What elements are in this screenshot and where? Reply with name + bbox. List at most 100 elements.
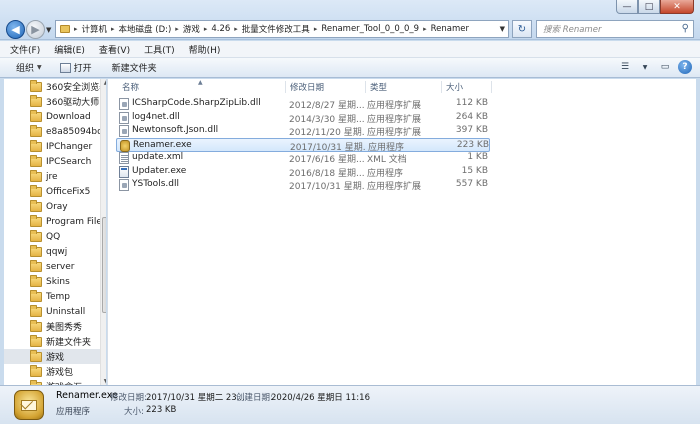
organize-button[interactable]: 组织 ▼ xyxy=(0,58,48,78)
chevron-right-icon[interactable]: ▸ xyxy=(314,25,318,33)
search-input[interactable]: 搜索 Renamer ⚲ xyxy=(536,20,694,38)
nav-item[interactable]: 360安全浏览器 xyxy=(4,79,100,94)
file-size: 223 KB xyxy=(456,139,489,150)
breadcrumb-4-26[interactable]: 4.26 xyxy=(211,24,230,34)
forward-button[interactable]: ▶ xyxy=(26,20,45,39)
nav-scrollbar[interactable]: ▲ ▼ xyxy=(100,79,106,385)
dll-icon xyxy=(119,111,129,124)
header-type-label: 类型 xyxy=(370,83,388,93)
chevron-down-icon[interactable]: ▼ xyxy=(500,25,505,33)
file-date: 2014/3/30 星期... xyxy=(289,114,365,125)
file-row[interactable]: Renamer.exe 2017/10/31 星期... 应用程序 223 KB xyxy=(116,137,490,153)
file-row[interactable]: Updater.exe 2016/8/18 星期... 应用程序 15 KB xyxy=(116,165,490,179)
nav-item-label: Uninstall xyxy=(46,306,86,317)
file-list[interactable]: 名称 ▲ 修改日期 类型 大小 ICSharpCode.SharpZipLib.… xyxy=(107,79,696,385)
nav-item[interactable]: QQ xyxy=(4,229,100,244)
change-view-icon[interactable]: ☰ xyxy=(618,60,632,74)
nav-item[interactable]: IPCSearch xyxy=(4,154,100,169)
folder-icon xyxy=(30,289,42,302)
new-folder-label: 新建文件夹 xyxy=(111,64,157,74)
file-type: 应用程序扩展 xyxy=(367,101,422,111)
folder-icon xyxy=(30,184,42,197)
nav-item[interactable]: IPChanger xyxy=(4,139,100,154)
nav-item[interactable]: Program Files xyxy=(4,214,100,229)
refresh-button[interactable]: ↻ xyxy=(512,20,532,38)
nav-item[interactable]: server xyxy=(4,259,100,274)
new-folder-button[interactable]: 新建文件夹 xyxy=(106,58,163,78)
chevron-right-icon[interactable]: ▸ xyxy=(423,25,427,33)
nav-item-label: 游戏 xyxy=(46,353,65,363)
nav-item[interactable]: 游戏包 xyxy=(4,364,100,379)
minimize-button[interactable]: — xyxy=(616,0,638,14)
nav-item-label: 360安全浏览器 xyxy=(46,83,100,93)
nav-item[interactable]: Oray xyxy=(4,199,100,214)
address-bar[interactable]: ▸ 计算机 ▸ 本地磁盘 (D:) ▸ 游戏 ▸ 4.26 ▸ 批量文件修改工具… xyxy=(55,20,509,38)
folder-icon xyxy=(30,139,42,152)
menu-bar: 文件(F) 编辑(E) 查看(V) 工具(T) 帮助(H) xyxy=(0,41,700,58)
nav-item[interactable]: jre xyxy=(4,169,100,184)
header-name[interactable]: 名称 ▲ xyxy=(118,79,286,93)
nav-item-label: e8a85094bdb xyxy=(46,126,100,137)
breadcrumb-renamer-tool[interactable]: Renamer_Tool_0_0_0_9 xyxy=(321,24,419,34)
file-date: 2017/10/31 星期... xyxy=(289,182,365,192)
chevron-right-icon[interactable]: ▸ xyxy=(111,25,115,33)
file-size: 15 KB xyxy=(461,165,488,176)
preview-pane-icon[interactable]: ▭ xyxy=(658,60,672,74)
column-headers: 名称 ▲ 修改日期 类型 大小 xyxy=(108,79,697,95)
nav-item-label: Oray xyxy=(46,201,68,212)
file-date: 2012/8/27 星期... xyxy=(289,101,365,111)
header-size[interactable]: 大小 xyxy=(442,81,492,93)
menu-tools[interactable]: 工具(T) xyxy=(144,43,175,56)
maximize-button[interactable]: □ xyxy=(638,0,660,14)
menu-help[interactable]: 帮助(H) xyxy=(189,43,221,56)
nav-item[interactable]: 游戏 xyxy=(4,349,100,364)
file-row[interactable]: ICSharpCode.SharpZipLib.dll 2012/8/27 星期.… xyxy=(116,97,490,111)
file-row[interactable]: update.xml 2017/6/16 星期... XML 文档 1 KB xyxy=(116,151,490,165)
nav-item[interactable]: Skins xyxy=(4,274,100,289)
dll-icon xyxy=(119,179,129,191)
open-button[interactable]: 打开 xyxy=(54,58,98,78)
scroll-down-icon[interactable]: ▼ xyxy=(101,378,106,385)
breadcrumb-renamer[interactable]: Renamer xyxy=(431,24,469,34)
header-type[interactable]: 类型 xyxy=(366,81,442,93)
file-row[interactable]: YSTools.dll 2017/10/31 星期... 应用程序扩展 557 KB xyxy=(116,178,490,192)
header-date[interactable]: 修改日期 xyxy=(286,81,366,93)
chevron-right-icon[interactable]: ▸ xyxy=(204,25,208,33)
menu-edit[interactable]: 编辑(E) xyxy=(54,43,85,56)
file-row[interactable]: Newtonsoft.Json.dll 2012/11/20 星期... 应用程序扩… xyxy=(116,124,490,138)
nav-item[interactable]: 美图秀秀 xyxy=(4,319,100,334)
nav-item[interactable]: OfficeFix5 xyxy=(4,184,100,199)
navigation-pane[interactable]: 360安全浏览器 360驱动大师目 Download e8a85094bdb IPCha… xyxy=(4,79,106,385)
menu-file[interactable]: 文件(F) xyxy=(10,43,40,56)
help-icon[interactable]: ? xyxy=(678,60,692,74)
breadcrumb-computer[interactable]: 计算机 xyxy=(82,23,108,35)
file-size: 264 KB xyxy=(455,111,488,122)
nav-item[interactable]: Temp xyxy=(4,289,100,304)
folder-icon xyxy=(60,25,70,33)
folder-icon xyxy=(30,79,42,92)
nav-item[interactable]: qqwj xyxy=(4,244,100,259)
nav-item[interactable]: Uninstall xyxy=(4,304,100,319)
back-button[interactable]: ◀ xyxy=(6,20,25,39)
breadcrumb-games[interactable]: 游戏 xyxy=(183,23,200,35)
menu-view[interactable]: 查看(V) xyxy=(99,43,130,56)
close-button[interactable]: ✕ xyxy=(660,0,694,14)
nav-item[interactable]: Download xyxy=(4,109,100,124)
recent-pages-dropdown-icon[interactable]: ▼ xyxy=(46,26,51,34)
search-icon[interactable]: ⚲ xyxy=(682,23,689,34)
title-bar: — □ ✕ ◀ ▶ ▼ ▸ 计算机 ▸ 本地磁盘 (D:) ▸ 游戏 ▸ 4.2… xyxy=(0,0,700,40)
scroll-up-icon[interactable]: ▲ xyxy=(101,79,106,86)
chevron-right-icon[interactable]: ▸ xyxy=(74,25,78,33)
scrollbar-thumb[interactable] xyxy=(102,217,106,313)
nav-item[interactable]: 新建文件夹 xyxy=(4,334,100,349)
nav-item[interactable]: 360驱动大师目 xyxy=(4,94,100,109)
nav-item[interactable]: e8a85094bdb xyxy=(4,124,100,139)
nav-item-label: Temp xyxy=(46,291,70,302)
breadcrumb-drive-d[interactable]: 本地磁盘 (D:) xyxy=(119,23,172,35)
chevron-down-icon[interactable]: ▼ xyxy=(638,60,652,74)
chevron-right-icon[interactable]: ▸ xyxy=(175,25,179,33)
breadcrumb-batch-tool[interactable]: 批量文件修改工具 xyxy=(242,23,310,35)
details-file-type: 应用程序 xyxy=(56,407,91,417)
file-row[interactable]: log4net.dll 2014/3/30 星期... 应用程序扩展 264 KB xyxy=(116,111,490,125)
chevron-right-icon[interactable]: ▸ xyxy=(234,25,238,33)
